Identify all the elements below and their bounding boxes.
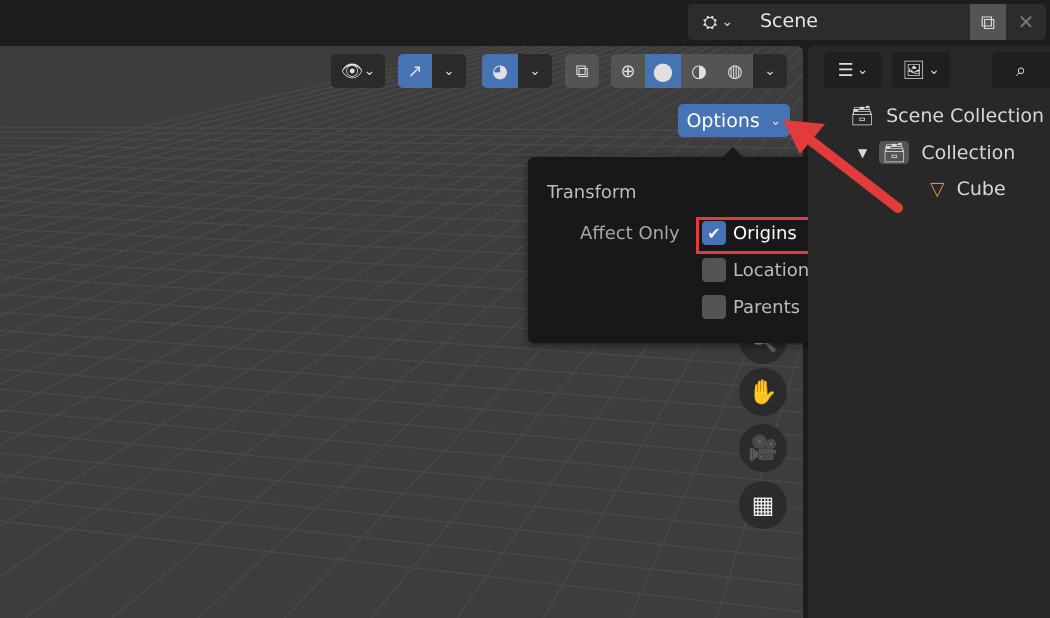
arrow-shaft [800,131,903,213]
annotation-arrow [783,120,903,213]
